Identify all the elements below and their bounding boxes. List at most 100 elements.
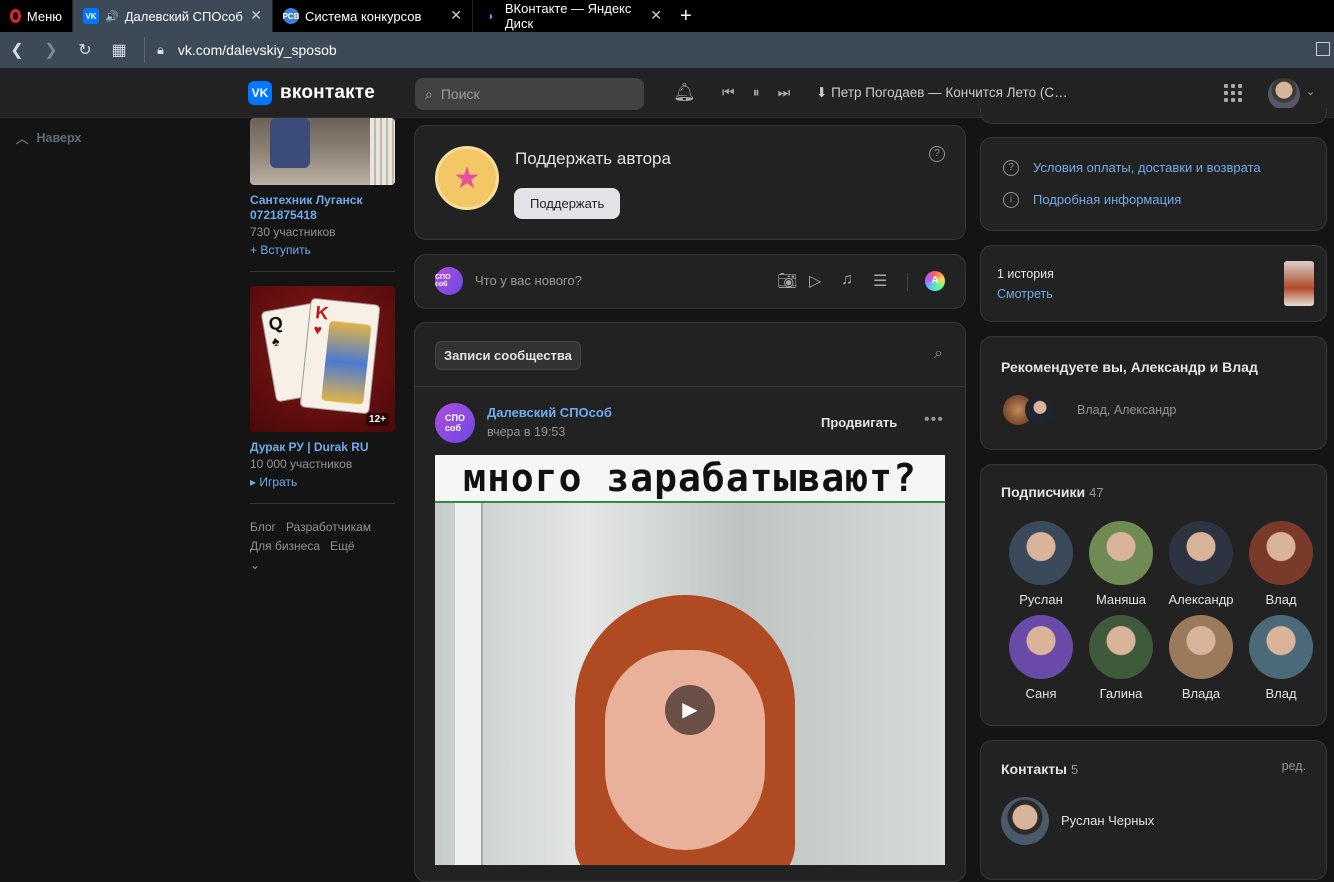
forward-icon[interactable]: ❯ <box>34 40 68 60</box>
search-icon[interactable]: ⌕ <box>934 345 943 363</box>
plus-icon: + <box>250 243 261 257</box>
group-name[interactable]: Дурак РУ | Durak RU <box>250 440 395 455</box>
tab-close-icon[interactable]: ✕ <box>450 7 462 24</box>
play-game-button[interactable]: ▸ Играть <box>250 475 395 489</box>
details-link[interactable]: Подробная информация <box>1033 192 1181 207</box>
back-icon[interactable]: ❮ <box>0 40 34 60</box>
reload-icon[interactable]: ↻ <box>68 40 102 60</box>
speaker-icon[interactable]: 🔊 <box>105 10 119 23</box>
view-stories-link[interactable]: Смотреть <box>997 287 1053 301</box>
previous-track-icon[interactable]: ⏮ <box>722 84 735 101</box>
notifications-bell-icon[interactable]: 🔔︎ <box>673 82 696 103</box>
subscriber-item[interactable]: Александр <box>1161 521 1241 607</box>
search-box[interactable]: ⌕ <box>415 78 644 110</box>
search-input[interactable] <box>440 86 621 102</box>
subscriber-avatar <box>1089 521 1153 585</box>
browser-tab-contests[interactable]: РСВ Система конкурсов ✕ <box>272 0 472 32</box>
post-video[interactable]: много зарабатывают? ▶ <box>435 455 945 865</box>
story-thumbnail[interactable] <box>1284 261 1314 306</box>
video-icon[interactable]: ▷ <box>809 271 821 291</box>
camera-icon[interactable]: 📷︎ <box>777 271 797 291</box>
subscriber-avatar <box>1009 521 1073 585</box>
payment-terms-link[interactable]: Условия оплаты, доставки и возврата <box>1033 160 1261 175</box>
browser-tab-vk[interactable]: VK 🔊 Далевский СПОсоб ✕ <box>72 0 272 32</box>
group-name[interactable]: Сантехник Луганск 0721875418 <box>250 193 395 223</box>
url-field[interactable]: vk.com/dalevskiy_sposob <box>178 42 337 58</box>
next-track-icon[interactable]: ⏭ <box>778 84 791 101</box>
vk-logo-text: вконтакте <box>280 82 376 103</box>
footer-link-developers[interactable]: Разработчикам <box>286 520 371 534</box>
subscriber-name: Галина <box>1099 686 1143 701</box>
music-icon[interactable]: ♫ <box>841 271 853 289</box>
post-author-name[interactable]: Далевский СПОсоб <box>487 405 612 420</box>
browser-tab-bar: Меню VK 🔊 Далевский СПОсоб ✕ РСВ Система… <box>0 0 1334 32</box>
stories-count: 1 история <box>997 267 1054 281</box>
wall-feed: Записи сообщества ⌕ СПО соб Далевский СПО… <box>414 322 966 882</box>
tab-title: ВКонтакте — Яндекс Диск <box>504 1 632 31</box>
tab-close-icon[interactable]: ✕ <box>250 7 262 24</box>
chevron-down-icon: ⌄ <box>250 558 261 572</box>
subscriber-name: Саня <box>1025 686 1057 701</box>
video-door-frame <box>455 503 483 865</box>
opera-menu-button[interactable]: Меню <box>0 0 72 32</box>
browser-tab-yandex-disk[interactable]: ◗ ВКонтакте — Яндекс Диск ✕ <box>472 0 672 32</box>
article-icon[interactable]: ☰ <box>873 271 887 291</box>
contact-avatar[interactable] <box>1001 797 1049 845</box>
promote-button[interactable]: Продвигать <box>821 415 897 430</box>
back-to-top-link[interactable]: ︿ Наверх <box>16 128 81 147</box>
footer-link-business[interactable]: Для бизнеса <box>250 539 320 553</box>
new-post-input[interactable]: Что у вас нового? <box>475 273 582 288</box>
group-image-plumber[interactable] <box>250 118 395 185</box>
vk-logo-icon: VK <box>248 81 272 105</box>
subscriber-name: Влад <box>1265 592 1297 607</box>
join-group-button[interactable]: + Вступить <box>250 243 395 257</box>
subscriber-item[interactable]: Влада <box>1161 615 1241 701</box>
subscriber-item[interactable]: Саня <box>1001 615 1081 701</box>
chevron-down-icon[interactable]: ⌄ <box>1306 85 1315 98</box>
king-figure <box>321 320 372 405</box>
group-photo-radiator <box>370 118 395 185</box>
tab-community-posts[interactable]: Записи сообщества <box>435 341 581 370</box>
tab-close-icon[interactable]: ✕ <box>650 7 662 24</box>
apps-grid-icon[interactable] <box>1224 84 1242 102</box>
video-person-face <box>605 650 765 850</box>
opera-logo-icon <box>10 9 21 23</box>
subscriber-item[interactable]: Маняша <box>1081 521 1161 607</box>
subscribers-card: Подписчики 47 Руслан Маняша Александр Вла… <box>980 464 1327 726</box>
address-divider <box>144 37 145 63</box>
contacts-title[interactable]: Контакты 5 <box>1001 761 1078 777</box>
post-timestamp[interactable]: вчера в 19:53 <box>487 425 565 439</box>
edit-contacts-link[interactable]: ред. <box>1282 759 1306 773</box>
post-author-avatar[interactable]: СПО соб <box>435 403 475 443</box>
recommend-avatar[interactable] <box>1025 395 1055 425</box>
contact-name[interactable]: Руслан Черных <box>1061 813 1154 828</box>
footer-link-blog[interactable]: Блог <box>250 520 276 534</box>
group-members: 10 000 участников <box>250 457 353 471</box>
group-image-durak[interactable]: Q ♠ K ♥ 12+ <box>250 286 395 432</box>
divider <box>250 271 395 272</box>
vk-logo[interactable]: VK вконтакте <box>248 81 375 105</box>
tabs-grid-icon[interactable]: ▦ <box>102 40 136 60</box>
new-tab-button[interactable]: + <box>672 0 700 32</box>
help-icon: ? <box>1003 160 1019 176</box>
subscriber-item[interactable]: Руслан <box>1001 521 1081 607</box>
donate-card: ★ Поддержать автора Поддержать ? <box>414 125 966 240</box>
star-icon: ★ <box>435 146 499 210</box>
stories-card: 1 история Смотреть <box>980 245 1327 322</box>
subscriber-item[interactable]: Галина <box>1081 615 1161 701</box>
subscriber-item[interactable]: Влад <box>1241 615 1321 701</box>
play-button-icon[interactable]: ▶ <box>665 685 715 735</box>
donate-button[interactable]: Поддержать <box>514 188 621 219</box>
now-playing-track[interactable]: ⬇ Петр Погодаев — Кончится Лето (С… <box>816 85 1076 101</box>
more-options-icon[interactable]: ••• <box>924 411 944 429</box>
pause-icon[interactable]: ⏸ <box>753 84 760 101</box>
subscriber-item[interactable]: Влад <box>1241 521 1321 607</box>
subscribers-title[interactable]: Подписчики 47 <box>1001 484 1104 500</box>
lock-icon[interactable]: 🔒︎ <box>157 42 164 58</box>
extension-icon[interactable] <box>1316 42 1330 56</box>
vk-favicon-icon: VK <box>83 8 99 24</box>
help-icon[interactable]: ? <box>929 146 945 162</box>
divider <box>250 503 395 504</box>
ai-assistant-icon[interactable]: A <box>925 271 945 291</box>
user-avatar[interactable] <box>1268 78 1300 110</box>
